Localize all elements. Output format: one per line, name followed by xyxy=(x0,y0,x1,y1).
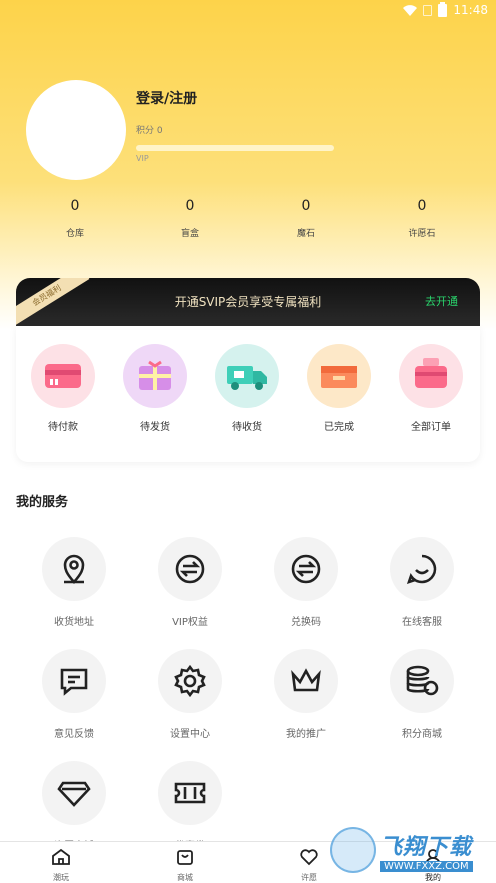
stat-warehouse[interactable]: 0 仓库 xyxy=(35,198,115,239)
service-label: 在线客服 xyxy=(402,617,442,628)
svip-banner-text: 开通SVIP会员享受专属福利 xyxy=(174,295,322,309)
clock: 11:48 xyxy=(453,3,488,17)
service-label: 设置中心 xyxy=(170,729,210,740)
bag-icon xyxy=(399,344,463,408)
service-online-support[interactable]: 在线客服 xyxy=(377,537,467,628)
service-settings[interactable]: 设置中心 xyxy=(145,649,235,740)
service-shipping-address[interactable]: 收货地址 xyxy=(29,537,119,628)
stat-value: 0 xyxy=(185,198,195,214)
service-wish-mall[interactable]: 许愿商城 xyxy=(29,761,119,852)
feedback-icon xyxy=(42,649,106,713)
orders-panel: 待付款 待发货 待收货 已完成 全部订单 xyxy=(16,326,480,462)
tab-label: 潮玩 xyxy=(53,873,69,882)
stat-blind-box[interactable]: 0 盲盒 xyxy=(150,198,230,239)
gift-box-icon xyxy=(123,344,187,408)
svip-open-link[interactable]: 去开通 xyxy=(425,293,458,309)
service-label: 收货地址 xyxy=(54,617,94,628)
vip-label: VIP xyxy=(136,154,149,163)
stat-label: 魔石 xyxy=(296,229,315,239)
sim-icon xyxy=(423,4,433,16)
avatar[interactable] xyxy=(26,80,126,180)
diamond-icon xyxy=(42,761,106,825)
status-bar: 11:48 xyxy=(0,0,496,20)
svip-banner[interactable]: 会员福利 开通SVIP会员享受专属福利 去开通 xyxy=(16,278,480,326)
order-label: 待发货 xyxy=(140,422,170,433)
service-feedback[interactable]: 意见反馈 xyxy=(29,649,119,740)
battery-icon xyxy=(438,1,448,17)
location-pin-icon xyxy=(42,537,106,601)
watermark-text: 飞翔下载 xyxy=(380,834,473,860)
crown-icon xyxy=(274,649,338,713)
service-label: 意见反馈 xyxy=(54,729,94,740)
order-all[interactable]: 全部订单 xyxy=(396,344,466,433)
service-points-mall[interactable]: 积分商城 xyxy=(377,649,467,740)
stat-label: 盲盒 xyxy=(180,229,199,239)
stat-value: 0 xyxy=(301,198,311,214)
service-coupons[interactable]: 优惠券 xyxy=(145,761,235,852)
service-my-promotion[interactable]: 我的推广 xyxy=(261,649,351,740)
stat-value: 0 xyxy=(70,198,80,214)
gear-icon xyxy=(158,649,222,713)
stat-value: 0 xyxy=(417,198,427,214)
order-pending-shipment[interactable]: 待发货 xyxy=(120,344,190,433)
shop-bag-icon xyxy=(177,850,193,865)
order-label: 待收货 xyxy=(232,422,262,433)
vip-progress-bar xyxy=(136,145,334,151)
tab-mall[interactable]: 商城 xyxy=(155,848,215,883)
tab-trendy[interactable]: 潮玩 xyxy=(31,848,91,883)
order-label: 全部订单 xyxy=(411,422,451,433)
order-pending-payment[interactable]: 待付款 xyxy=(28,344,98,433)
exchange-icon xyxy=(158,537,222,601)
service-label: 我的推广 xyxy=(286,729,326,740)
chat-smile-icon xyxy=(390,537,454,601)
watermark-logo-icon xyxy=(330,827,376,873)
my-services-title: 我的服务 xyxy=(16,495,69,510)
order-completed[interactable]: 已完成 xyxy=(304,344,374,433)
service-vip-benefits[interactable]: VIP权益 xyxy=(145,537,235,628)
wifi-icon xyxy=(403,4,418,16)
truck-icon xyxy=(215,344,279,408)
watermark-url: WWW.FXXZ.COM xyxy=(380,860,473,872)
watermark: 飞翔下载 WWW.FXXZ.COM xyxy=(330,826,490,874)
card-icon xyxy=(31,344,95,408)
service-label: VIP权益 xyxy=(172,617,208,628)
stat-label: 仓库 xyxy=(65,229,84,239)
service-redeem-code[interactable]: 兑换码 xyxy=(261,537,351,628)
stat-label: 许愿石 xyxy=(408,229,436,239)
package-icon xyxy=(307,344,371,408)
order-label: 待付款 xyxy=(48,422,78,433)
coins-icon xyxy=(390,649,454,713)
stat-wish-stone[interactable]: 0 许愿石 xyxy=(382,198,462,239)
service-label: 积分商城 xyxy=(402,729,442,740)
heart-icon xyxy=(300,849,318,866)
points-label: 积分 0 xyxy=(136,126,163,136)
service-label: 兑换码 xyxy=(291,617,321,628)
ticket-icon xyxy=(158,761,222,825)
order-label: 已完成 xyxy=(324,422,354,433)
exchange-icon xyxy=(274,537,338,601)
tab-label: 商城 xyxy=(177,873,193,882)
login-register-link[interactable]: 登录/注册 xyxy=(136,88,197,108)
home-icon xyxy=(52,848,70,865)
stat-magic-stone[interactable]: 0 魔石 xyxy=(266,198,346,239)
order-pending-receipt[interactable]: 待收货 xyxy=(212,344,282,433)
